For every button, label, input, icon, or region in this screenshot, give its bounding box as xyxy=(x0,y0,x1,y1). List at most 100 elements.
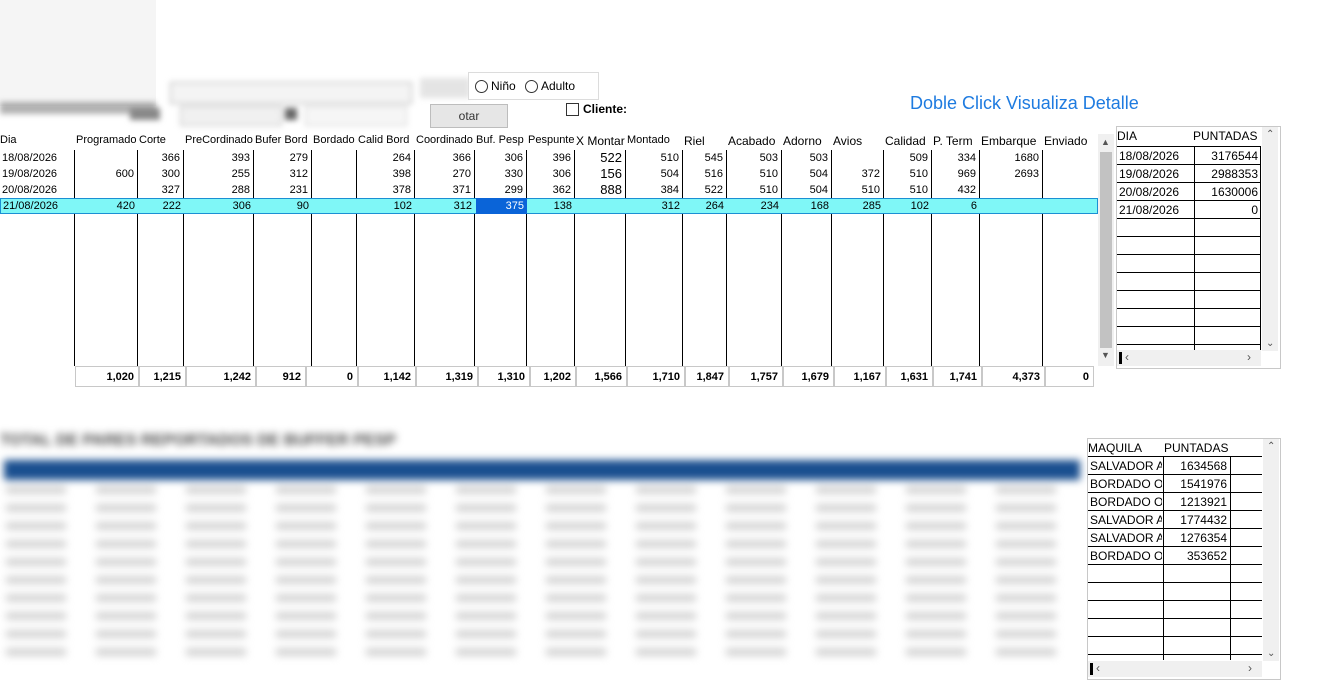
grid-cell[interactable]: 306 xyxy=(186,198,251,214)
grid-cell[interactable]: 510 xyxy=(833,182,880,198)
grid-cell[interactable]: 509 xyxy=(885,150,928,166)
grid-cell[interactable]: 504 xyxy=(783,182,828,198)
grid-cell[interactable]: 288 xyxy=(185,182,250,198)
grid-cell[interactable] xyxy=(313,166,353,182)
grid-cell[interactable]: 503 xyxy=(783,150,828,166)
grid-cell[interactable]: 366 xyxy=(139,150,180,166)
grid-cell[interactable]: 327 xyxy=(139,182,180,198)
column-header[interactable]: Programado xyxy=(76,134,137,150)
column-header[interactable]: Corte xyxy=(139,134,183,150)
grid-cell[interactable] xyxy=(314,198,354,214)
maquila-table[interactable]: MAQUILA PUNTADAS SALVADOR A 1634568 BORDADO … xyxy=(1087,438,1281,680)
grid-cell[interactable]: 20/08/2026 xyxy=(2,182,72,198)
grid-cell[interactable]: 510 xyxy=(728,182,778,198)
table-cell[interactable]: 1630006 xyxy=(1196,183,1258,201)
grid-cell[interactable]: 600 xyxy=(76,166,134,182)
grid-cell[interactable] xyxy=(982,198,1040,214)
table-cell[interactable]: 1634568 xyxy=(1165,457,1227,475)
table-cell[interactable]: BORDADO O xyxy=(1090,547,1162,565)
chevron-up-icon[interactable]: ▲ xyxy=(1101,137,1110,147)
chevron-up-icon[interactable]: ⌃ xyxy=(1266,129,1274,140)
scroll-thumb-marker[interactable] xyxy=(1119,352,1122,364)
chevron-left-icon[interactable]: ‹ xyxy=(1096,661,1100,675)
grid-cell[interactable]: 398 xyxy=(358,166,411,182)
column-header[interactable]: Calidad xyxy=(885,134,931,150)
grid-cell[interactable]: 330 xyxy=(476,166,523,182)
grid-cell[interactable]: 888 xyxy=(576,182,622,198)
grid-cell[interactable]: 270 xyxy=(416,166,471,182)
grid-cell[interactable]: 393 xyxy=(185,150,250,166)
column-header[interactable]: Pespunte xyxy=(528,134,574,150)
grid-cell[interactable]: 264 xyxy=(685,198,724,214)
column-header[interactable]: Enviado xyxy=(1044,134,1097,150)
column-header[interactable]: Bordado xyxy=(313,134,356,150)
checkbox-icon[interactable] xyxy=(566,102,579,116)
grid-cell[interactable] xyxy=(833,150,880,166)
grid-cell[interactable]: 306 xyxy=(476,150,523,166)
chevron-right-icon[interactable]: › xyxy=(1247,350,1251,364)
table-row[interactable]: 18/08/2026 366 393 279 264 366 306 396 522 510 545… xyxy=(0,150,1098,166)
table-cell[interactable]: 20/08/2026 xyxy=(1119,183,1193,201)
column-header[interactable]: Bufer Bord xyxy=(255,134,311,150)
table-cell[interactable]: 19/08/2026 xyxy=(1119,165,1193,183)
grid-cell[interactable] xyxy=(76,150,134,166)
table-cell[interactable]: 3176544 xyxy=(1196,147,1258,165)
scroll-thumb[interactable] xyxy=(1100,152,1112,348)
cliente-checkbox[interactable]: Cliente: xyxy=(566,102,627,116)
table-cell[interactable]: 1276354 xyxy=(1165,529,1227,547)
grid-cell[interactable] xyxy=(313,150,353,166)
column-header[interactable]: PUNTADAS xyxy=(1164,441,1228,455)
column-header[interactable]: Dia xyxy=(0,134,73,150)
grid-cell[interactable]: 306 xyxy=(528,166,571,182)
table-row[interactable]: 21/08/2026 420 222 306 90 102 312 375 138 312 264 2… xyxy=(0,198,1098,214)
production-grid[interactable]: Dia Programado Corte PreCordinado Bufer Bord… xyxy=(0,134,1099,366)
column-header[interactable]: PUNTADAS xyxy=(1193,129,1257,143)
grid-cell[interactable]: 510 xyxy=(885,166,928,182)
grid-cell[interactable]: 420 xyxy=(77,198,135,214)
grid-cell[interactable]: 90 xyxy=(256,198,309,214)
grid-cell[interactable]: 384 xyxy=(627,182,679,198)
grid-cell[interactable]: 510 xyxy=(627,150,679,166)
grid-cell[interactable]: 371 xyxy=(416,182,471,198)
column-header[interactable]: Adorno xyxy=(783,134,831,150)
grid-cell[interactable] xyxy=(1044,150,1094,166)
column-header[interactable]: Riel xyxy=(684,134,726,150)
grid-cell[interactable]: 432 xyxy=(933,182,976,198)
grid-cell[interactable]: 255 xyxy=(185,166,250,182)
table-cell[interactable]: 18/08/2026 xyxy=(1119,147,1193,165)
grid-cell[interactable]: 21/08/2026 xyxy=(3,198,73,214)
horizontal-scrollbar[interactable]: ‹ › xyxy=(1088,661,1262,677)
grid-cell[interactable]: 504 xyxy=(627,166,679,182)
table-cell[interactable]: 1541976 xyxy=(1165,475,1227,493)
table-cell[interactable]: 353652 xyxy=(1165,547,1227,565)
table-cell[interactable]: BORDADO O xyxy=(1090,475,1162,493)
grid-cell[interactable]: 366 xyxy=(416,150,471,166)
table-row[interactable]: 19/08/2026 600 300 255 312 398 270 330 306 156 504… xyxy=(0,166,1098,182)
scroll-thumb-marker[interactable] xyxy=(1090,663,1093,675)
column-header[interactable]: Embarque xyxy=(981,134,1042,150)
grid-cell[interactable] xyxy=(1045,198,1095,214)
grid-cell[interactable]: 222 xyxy=(140,198,181,214)
grid-cell[interactable]: 279 xyxy=(255,150,308,166)
grid-cell[interactable]: 312 xyxy=(255,166,308,182)
grid-cell[interactable]: 1680 xyxy=(981,150,1039,166)
chevron-down-icon[interactable]: ▼ xyxy=(1101,350,1110,360)
table-cell[interactable]: 21/08/2026 xyxy=(1119,201,1193,219)
grid-cell[interactable]: 510 xyxy=(728,166,778,182)
column-header[interactable]: X Montar xyxy=(576,134,625,150)
grid-cell[interactable]: 516 xyxy=(684,166,723,182)
chevron-right-icon[interactable]: › xyxy=(1248,661,1252,675)
grid-cell[interactable]: 168 xyxy=(784,198,829,214)
grid-cell[interactable]: 396 xyxy=(528,150,571,166)
grid-cell[interactable]: 334 xyxy=(933,150,976,166)
grid-cell[interactable]: 503 xyxy=(728,150,778,166)
grid-cell[interactable]: 362 xyxy=(528,182,571,198)
export-button[interactable]: otar xyxy=(430,104,508,128)
grid-cell[interactable]: 102 xyxy=(359,198,412,214)
chevron-up-icon[interactable]: ⌃ xyxy=(1267,441,1275,452)
grid-cell[interactable]: 300 xyxy=(139,166,180,182)
grid-cell[interactable] xyxy=(577,198,623,214)
grid-cell[interactable] xyxy=(76,182,134,198)
grid-cell[interactable]: 285 xyxy=(834,198,881,214)
grid-cell[interactable] xyxy=(1044,182,1094,198)
